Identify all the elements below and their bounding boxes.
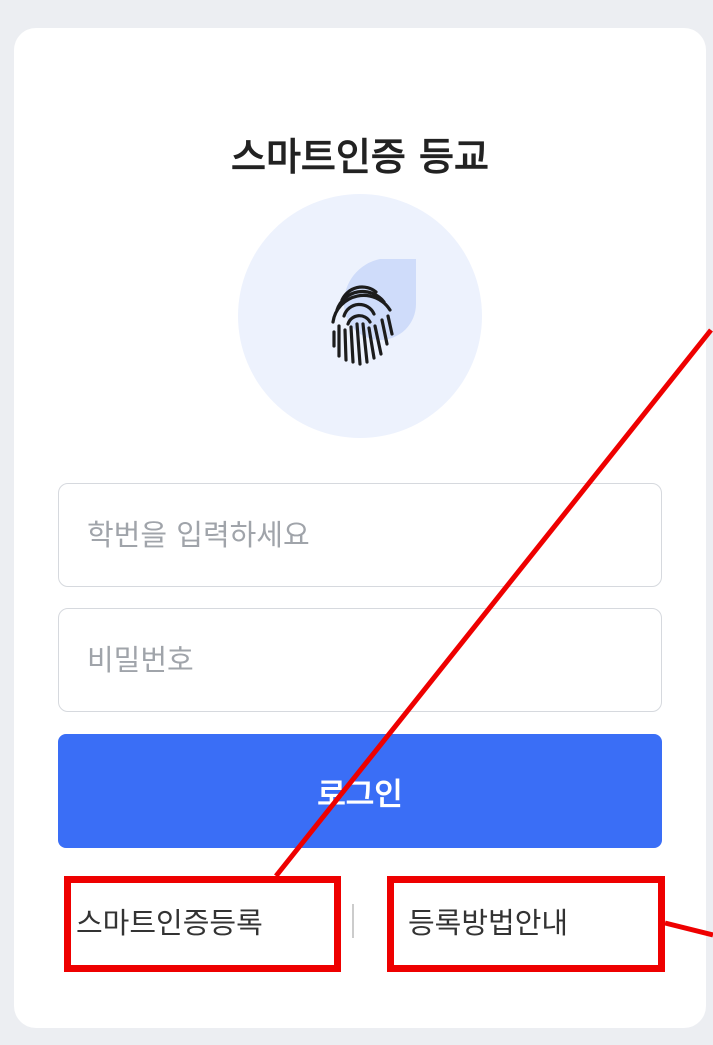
password-input[interactable] [58, 608, 662, 712]
fingerprint-badge [238, 194, 482, 438]
annotation-box-register [64, 876, 341, 972]
link-divider [352, 904, 354, 938]
login-button[interactable]: 로그인 [58, 734, 662, 848]
student-id-input[interactable] [58, 483, 662, 587]
annotation-box-guide [387, 876, 665, 972]
fingerprint-icon [331, 259, 416, 366]
page-title: 스마트인증 등교 [231, 135, 489, 179]
